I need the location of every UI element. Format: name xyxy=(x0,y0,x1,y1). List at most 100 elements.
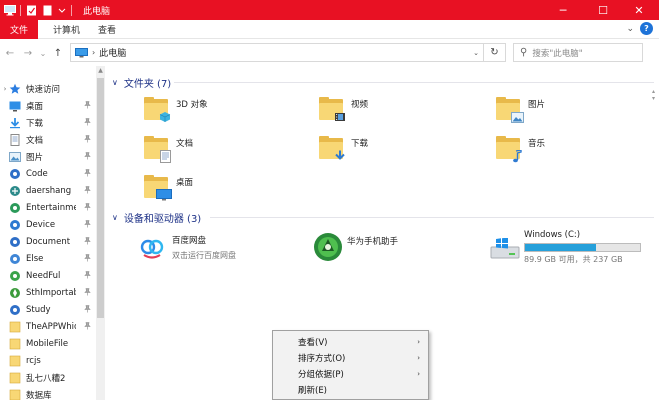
pin-icon[interactable] xyxy=(84,117,91,128)
device-windows-c-drive[interactable]: Windows (C:) 89.9 GB 可用，共 237 GB xyxy=(490,230,641,266)
pin-icon[interactable] xyxy=(84,151,91,162)
sidebar-item-theappwhich[interactable]: TheAPPWhic xyxy=(0,318,96,335)
downloads-folder-icon xyxy=(317,135,345,161)
ribbon-expand-icon[interactable]: ⌄ xyxy=(626,24,634,34)
pin-icon[interactable] xyxy=(84,134,91,145)
context-menu-refresh[interactable]: 刷新(E) xyxy=(273,382,428,398)
sidebar-item-rcjs[interactable]: rcjs xyxy=(0,352,96,369)
group-divider xyxy=(210,217,654,218)
sidebar-item-label: Study xyxy=(26,304,51,315)
sidebar-item-study[interactable]: Study xyxy=(0,301,96,318)
videos-folder-icon xyxy=(317,96,345,122)
minimize-button[interactable]: ─ xyxy=(543,0,583,20)
sidebar-item-label: SthImportab xyxy=(26,287,76,298)
sidebar-item-quick-access[interactable]: › 快速访问 xyxy=(0,80,96,97)
pin-icon[interactable] xyxy=(84,185,91,196)
sidebar-item-documents[interactable]: 文档 xyxy=(0,131,96,148)
breadcrumb-this-pc[interactable]: 此电脑 xyxy=(99,46,126,59)
sidebar-item-else[interactable]: Else xyxy=(0,250,96,267)
documents-folder-icon xyxy=(9,133,21,146)
folder-pictures[interactable]: 图片 xyxy=(494,96,545,123)
windows-drive-icon xyxy=(490,237,520,266)
sidebar-item-desktop[interactable]: 桌面 xyxy=(0,97,96,114)
tab-computer[interactable]: 计算机 xyxy=(44,20,89,39)
app-folder-icon xyxy=(9,202,21,214)
sidebar-item-misc2[interactable]: 乱七八糟2 xyxy=(0,369,96,386)
this-pc-icon[interactable] xyxy=(4,4,16,16)
window-title: 此电脑 xyxy=(83,6,111,17)
up-button[interactable]: ↑ xyxy=(50,45,66,61)
sidebar-item-device[interactable]: Device xyxy=(0,216,96,233)
maximize-button[interactable]: ☐ xyxy=(583,0,623,20)
sidebar-item-daershang[interactable]: daershang xyxy=(0,182,96,199)
sidebar-item-code[interactable]: Code xyxy=(0,165,96,182)
device-baidu-netdisk[interactable]: 百度网盘 双击运行百度网盘 xyxy=(138,234,236,262)
explorer-window: 此电脑 ─ ☐ ✕ 文件 计算机 查看 ⌄ ? ← → ⌄ ↑ › 此电脑 ⌄ … xyxy=(0,0,659,400)
search-box[interactable]: ⚲ 搜索"此电脑" xyxy=(513,43,643,62)
app-folder-icon xyxy=(9,304,21,316)
close-button[interactable]: ✕ xyxy=(619,0,659,20)
folder-desktop[interactable]: 桌面 xyxy=(142,174,193,201)
sidebar-item-downloads[interactable]: 下载 xyxy=(0,114,96,131)
breadcrumb-separator[interactable]: › xyxy=(92,48,95,57)
pin-icon[interactable] xyxy=(84,287,91,298)
help-icon[interactable]: ? xyxy=(640,22,653,35)
sidebar-item-database[interactable]: 数据库 xyxy=(0,386,96,400)
new-folder-icon[interactable] xyxy=(42,5,53,16)
folder-videos[interactable]: 视频 xyxy=(317,96,368,122)
properties-icon[interactable] xyxy=(26,5,37,16)
refresh-button[interactable]: ↻ xyxy=(483,44,505,61)
submenu-arrow-icon: › xyxy=(417,370,420,378)
back-button[interactable]: ← xyxy=(2,45,18,61)
tab-view[interactable]: 查看 xyxy=(89,20,125,39)
menu-item-label: 分组依据(P) xyxy=(298,370,344,380)
pin-icon[interactable] xyxy=(84,270,91,281)
sidebar-item-label: MobileFile xyxy=(26,338,69,349)
pin-icon[interactable] xyxy=(84,168,91,179)
sidebar-item-needful[interactable]: NeedFul xyxy=(0,267,96,284)
sidebar-scrollbar[interactable]: ▲ xyxy=(96,66,105,400)
devices-group-header[interactable]: ∨ 设备和驱动器 (3) xyxy=(112,210,201,225)
context-menu-group-by[interactable]: 分组依据(P) › xyxy=(273,366,428,382)
customize-quick-access-icon[interactable] xyxy=(58,5,66,16)
sidebar-item-pictures[interactable]: 图片 xyxy=(0,148,96,165)
context-menu-view[interactable]: 查看(V) › xyxy=(273,334,428,350)
tab-file[interactable]: 文件 xyxy=(0,19,39,39)
collapse-chevron-icon[interactable]: ∨ xyxy=(112,78,118,87)
collapse-chevron-icon[interactable]: ∨ xyxy=(112,213,118,222)
pin-icon[interactable] xyxy=(84,321,91,332)
folders-group-header[interactable]: ∨ 文件夹 (7) xyxy=(112,75,171,90)
scrollbar-thumb[interactable] xyxy=(97,78,104,318)
address-history-dropdown[interactable]: ⌄ xyxy=(473,44,479,61)
sidebar-item-label: Document xyxy=(26,236,71,247)
pin-icon[interactable] xyxy=(84,304,91,315)
folder-label: 视频 xyxy=(351,100,369,110)
sidebar-item-document[interactable]: Document xyxy=(0,233,96,250)
sidebar-item-sthimportant[interactable]: SthImportab xyxy=(0,284,96,301)
pin-icon[interactable] xyxy=(84,219,91,230)
pin-icon[interactable] xyxy=(84,236,91,247)
qa-divider xyxy=(71,4,72,16)
scroll-up-arrow-icon[interactable]: ▲ xyxy=(96,67,105,74)
folder-3d-objects[interactable]: 3D 对象 xyxy=(142,96,208,122)
device-huawei-hisuite[interactable]: 华为手机助手 xyxy=(313,232,398,261)
this-pc-icon xyxy=(75,47,88,58)
pin-icon[interactable] xyxy=(84,100,91,111)
forward-button[interactable]: → xyxy=(20,45,36,61)
sidebar-item-label: 快速访问 xyxy=(26,84,61,95)
folder-music[interactable]: 音乐 xyxy=(494,135,545,162)
sidebar-item-label: 桌面 xyxy=(26,101,44,112)
pin-icon[interactable] xyxy=(84,202,91,213)
expand-arrow-icon[interactable]: › xyxy=(0,85,10,93)
sidebar-item-label: 下载 xyxy=(26,118,44,129)
address-bar[interactable]: › 此电脑 ⌄ ↻ xyxy=(70,43,506,62)
recent-locations-button[interactable]: ⌄ xyxy=(38,45,48,61)
folder-downloads[interactable]: 下载 xyxy=(317,135,368,161)
sidebar-item-entertainment[interactable]: Entertainme xyxy=(0,199,96,216)
folder-icon xyxy=(9,389,21,400)
sidebar-item-mobilefile[interactable]: MobileFile xyxy=(0,335,96,352)
context-menu-sort-by[interactable]: 排序方式(O) › xyxy=(273,350,428,366)
folder-icon xyxy=(9,338,21,350)
folder-documents[interactable]: 文档 xyxy=(142,135,193,163)
pin-icon[interactable] xyxy=(84,253,91,264)
